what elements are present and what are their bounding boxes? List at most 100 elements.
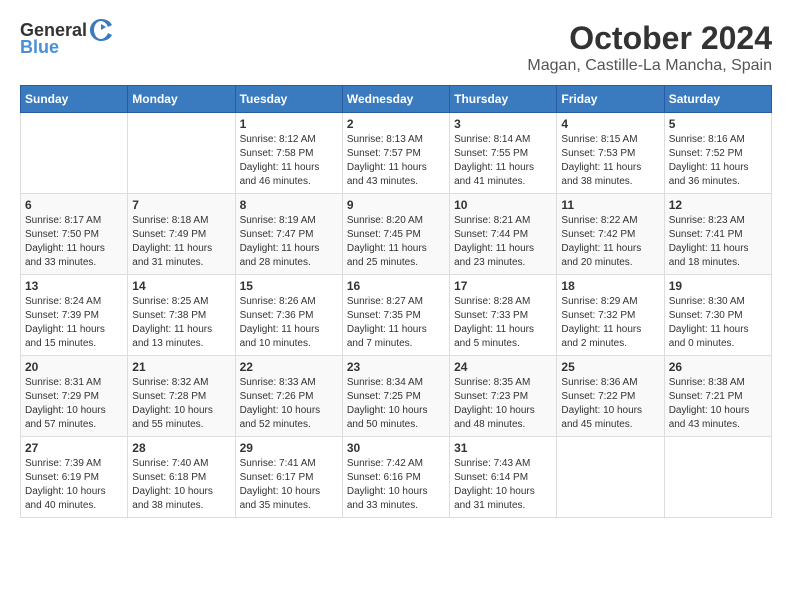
calendar-cell: 2 Sunrise: 8:13 AM Sunset: 7:57 PM Daylig… [342,113,449,194]
day-info: Sunrise: 7:40 AM Sunset: 6:18 PM Dayligh… [132,457,230,513]
day-info: Sunrise: 8:14 AM Sunset: 7:55 PM Dayligh… [454,133,552,189]
day-info: Sunrise: 8:19 AM Sunset: 7:47 PM Dayligh… [240,214,338,270]
day-number: 18 [561,279,659,293]
day-info: Sunrise: 7:39 AM Sunset: 6:19 PM Dayligh… [25,457,123,513]
calendar-cell [21,113,128,194]
day-info: Sunrise: 8:32 AM Sunset: 7:28 PM Dayligh… [132,376,230,432]
calendar-cell: 11 Sunrise: 8:22 AM Sunset: 7:42 PM Dayli… [557,194,664,275]
weekday-header-saturday: Saturday [664,86,771,113]
day-info: Sunrise: 8:25 AM Sunset: 7:38 PM Dayligh… [132,295,230,351]
day-info: Sunrise: 8:29 AM Sunset: 7:32 PM Dayligh… [561,295,659,351]
calendar-cell: 19 Sunrise: 8:30 AM Sunset: 7:30 PM Dayli… [664,275,771,356]
day-number: 9 [347,198,445,212]
weekday-header-tuesday: Tuesday [235,86,342,113]
logo-blue: Blue [20,37,59,58]
calendar-cell: 3 Sunrise: 8:14 AM Sunset: 7:55 PM Daylig… [450,113,557,194]
day-number: 28 [132,441,230,455]
day-number: 19 [669,279,767,293]
day-number: 16 [347,279,445,293]
day-info: Sunrise: 8:16 AM Sunset: 7:52 PM Dayligh… [669,133,767,189]
day-info: Sunrise: 7:42 AM Sunset: 6:16 PM Dayligh… [347,457,445,513]
calendar-cell: 16Sunrise: 8:27 AM Sunset: 7:35 PM Dayli… [342,275,449,356]
day-info: Sunrise: 8:36 AM Sunset: 7:22 PM Dayligh… [561,376,659,432]
day-number: 20 [25,360,123,374]
weekday-header-thursday: Thursday [450,86,557,113]
day-info: Sunrise: 8:38 AM Sunset: 7:21 PM Dayligh… [669,376,767,432]
day-info: Sunrise: 8:18 AM Sunset: 7:49 PM Dayligh… [132,214,230,270]
day-number: 5 [669,117,767,131]
day-info: Sunrise: 8:20 AM Sunset: 7:45 PM Dayligh… [347,214,445,270]
location-title: Magan, Castille-La Mancha, Spain [527,57,772,75]
day-info: Sunrise: 8:21 AM Sunset: 7:44 PM Dayligh… [454,214,552,270]
day-info: Sunrise: 8:22 AM Sunset: 7:42 PM Dayligh… [561,214,659,270]
calendar-cell: 28 Sunrise: 7:40 AM Sunset: 6:18 PM Dayli… [128,437,235,518]
calendar-cell: 13 Sunrise: 8:24 AM Sunset: 7:39 PM Dayli… [21,275,128,356]
day-info: Sunrise: 8:12 AM Sunset: 7:58 PM Dayligh… [240,133,338,189]
calendar-cell [128,113,235,194]
calendar-cell: 10Sunrise: 8:21 AM Sunset: 7:44 PM Dayli… [450,194,557,275]
day-number: 31 [454,441,552,455]
day-info: Sunrise: 8:33 AM Sunset: 7:26 PM Dayligh… [240,376,338,432]
weekday-header-sunday: Sunday [21,86,128,113]
day-info: Sunrise: 8:23 AM Sunset: 7:41 PM Dayligh… [669,214,767,270]
day-number: 1 [240,117,338,131]
calendar-cell: 6Sunrise: 8:17 AM Sunset: 7:50 PM Daylig… [21,194,128,275]
day-info: Sunrise: 8:24 AM Sunset: 7:39 PM Dayligh… [25,295,123,351]
calendar-cell: 31Sunrise: 7:43 AM Sunset: 6:14 PM Dayli… [450,437,557,518]
weekday-header-wednesday: Wednesday [342,86,449,113]
calendar-cell: 29 Sunrise: 7:41 AM Sunset: 6:17 PM Dayli… [235,437,342,518]
day-info: Sunrise: 8:26 AM Sunset: 7:36 PM Dayligh… [240,295,338,351]
calendar-cell: 1 Sunrise: 8:12 AM Sunset: 7:58 PM Daylig… [235,113,342,194]
day-number: 24 [454,360,552,374]
calendar-week-3: 13 Sunrise: 8:24 AM Sunset: 7:39 PM Dayli… [21,275,772,356]
day-number: 23 [347,360,445,374]
day-info: Sunrise: 8:35 AM Sunset: 7:23 PM Dayligh… [454,376,552,432]
calendar-cell: 9 Sunrise: 8:20 AM Sunset: 7:45 PM Daylig… [342,194,449,275]
calendar-cell: 15Sunrise: 8:26 AM Sunset: 7:36 PM Dayli… [235,275,342,356]
calendar-cell: 4 Sunrise: 8:15 AM Sunset: 7:53 PM Daylig… [557,113,664,194]
calendar-cell: 7Sunrise: 8:18 AM Sunset: 7:49 PM Daylig… [128,194,235,275]
day-number: 4 [561,117,659,131]
day-number: 13 [25,279,123,293]
calendar-week-2: 6Sunrise: 8:17 AM Sunset: 7:50 PM Daylig… [21,194,772,275]
calendar-cell: 22Sunrise: 8:33 AM Sunset: 7:26 PM Dayli… [235,356,342,437]
calendar-cell: 23Sunrise: 8:34 AM Sunset: 7:25 PM Dayli… [342,356,449,437]
day-number: 25 [561,360,659,374]
day-number: 30 [347,441,445,455]
weekday-header-friday: Friday [557,86,664,113]
header: General Blue October 2024 Magan, Castill… [20,20,772,75]
calendar-cell: 14 Sunrise: 8:25 AM Sunset: 7:38 PM Dayli… [128,275,235,356]
calendar-cell: 8 Sunrise: 8:19 AM Sunset: 7:47 PM Daylig… [235,194,342,275]
day-info: Sunrise: 8:13 AM Sunset: 7:57 PM Dayligh… [347,133,445,189]
day-info: Sunrise: 8:31 AM Sunset: 7:29 PM Dayligh… [25,376,123,432]
weekday-header-row: SundayMondayTuesdayWednesdayThursdayFrid… [21,86,772,113]
day-number: 6 [25,198,123,212]
day-info: Sunrise: 7:41 AM Sunset: 6:17 PM Dayligh… [240,457,338,513]
logo: General Blue [20,20,112,58]
calendar-cell: 12 Sunrise: 8:23 AM Sunset: 7:41 PM Dayli… [664,194,771,275]
day-number: 29 [240,441,338,455]
calendar-cell: 5 Sunrise: 8:16 AM Sunset: 7:52 PM Daylig… [664,113,771,194]
calendar-week-5: 27 Sunrise: 7:39 AM Sunset: 6:19 PM Dayli… [21,437,772,518]
weekday-header-monday: Monday [128,86,235,113]
title-area: October 2024 Magan, Castille-La Mancha, … [527,20,772,75]
calendar-cell: 27 Sunrise: 7:39 AM Sunset: 6:19 PM Dayli… [21,437,128,518]
calendar-cell: 21 Sunrise: 8:32 AM Sunset: 7:28 PM Dayli… [128,356,235,437]
day-number: 3 [454,117,552,131]
day-info: Sunrise: 8:30 AM Sunset: 7:30 PM Dayligh… [669,295,767,351]
day-number: 2 [347,117,445,131]
day-info: Sunrise: 8:15 AM Sunset: 7:53 PM Dayligh… [561,133,659,189]
calendar-cell: 25 Sunrise: 8:36 AM Sunset: 7:22 PM Dayli… [557,356,664,437]
calendar-cell: 30 Sunrise: 7:42 AM Sunset: 6:16 PM Dayli… [342,437,449,518]
day-info: Sunrise: 8:28 AM Sunset: 7:33 PM Dayligh… [454,295,552,351]
day-number: 14 [132,279,230,293]
calendar-cell: 20 Sunrise: 8:31 AM Sunset: 7:29 PM Dayli… [21,356,128,437]
day-number: 26 [669,360,767,374]
calendar-table: SundayMondayTuesdayWednesdayThursdayFrid… [20,85,772,518]
day-number: 8 [240,198,338,212]
day-number: 21 [132,360,230,374]
day-number: 12 [669,198,767,212]
day-number: 11 [561,198,659,212]
day-number: 27 [25,441,123,455]
calendar-week-1: 1 Sunrise: 8:12 AM Sunset: 7:58 PM Daylig… [21,113,772,194]
